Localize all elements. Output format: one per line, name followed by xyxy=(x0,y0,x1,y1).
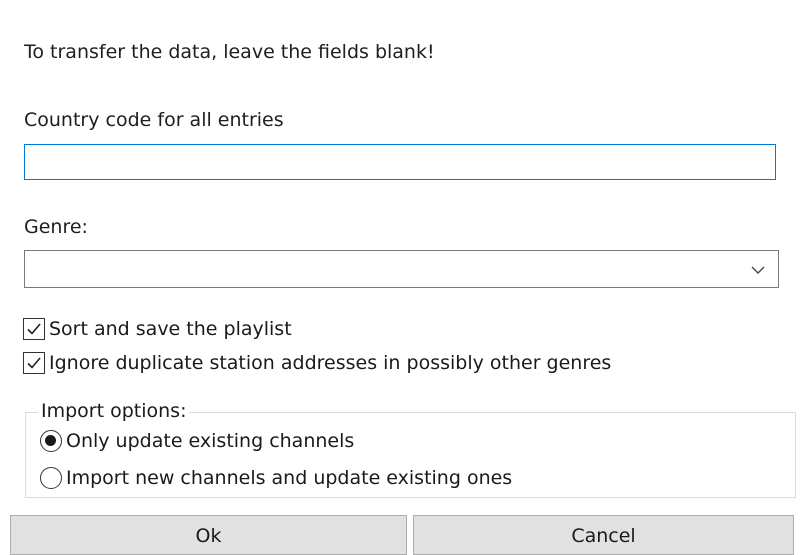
only-update-radio[interactable] xyxy=(40,430,62,452)
only-update-option[interactable]: Only update existing channels xyxy=(40,428,354,454)
sort-save-playlist-label[interactable]: Sort and save the playlist xyxy=(49,317,292,341)
import-new-radio[interactable] xyxy=(40,467,62,489)
import-new-option[interactable]: Import new channels and update existing … xyxy=(40,465,512,491)
cancel-button[interactable]: Cancel xyxy=(413,515,794,555)
ignore-duplicates-checkbox[interactable] xyxy=(23,352,45,374)
sort-save-playlist-option[interactable]: Sort and save the playlist xyxy=(23,316,292,342)
ignore-duplicates-option[interactable]: Ignore duplicate station addresses in po… xyxy=(23,350,611,376)
checkmark-icon xyxy=(27,323,41,335)
import-new-label[interactable]: Import new channels and update existing … xyxy=(66,466,512,490)
genre-label: Genre: xyxy=(24,216,88,238)
ignore-duplicates-label[interactable]: Ignore duplicate station addresses in po… xyxy=(49,351,611,375)
genre-dropdown[interactable] xyxy=(24,250,779,288)
country-code-label: Country code for all entries xyxy=(24,109,284,131)
country-code-input[interactable] xyxy=(24,144,776,180)
import-options-title: Import options: xyxy=(38,399,190,423)
import-dialog: To transfer the data, leave the fields b… xyxy=(0,0,804,555)
only-update-label[interactable]: Only update existing channels xyxy=(66,429,354,453)
checkmark-icon xyxy=(27,357,41,369)
chevron-down-icon[interactable] xyxy=(750,262,766,278)
intro-text: To transfer the data, leave the fields b… xyxy=(24,41,435,63)
ok-button[interactable]: Ok xyxy=(10,515,407,555)
sort-save-playlist-checkbox[interactable] xyxy=(23,318,45,340)
